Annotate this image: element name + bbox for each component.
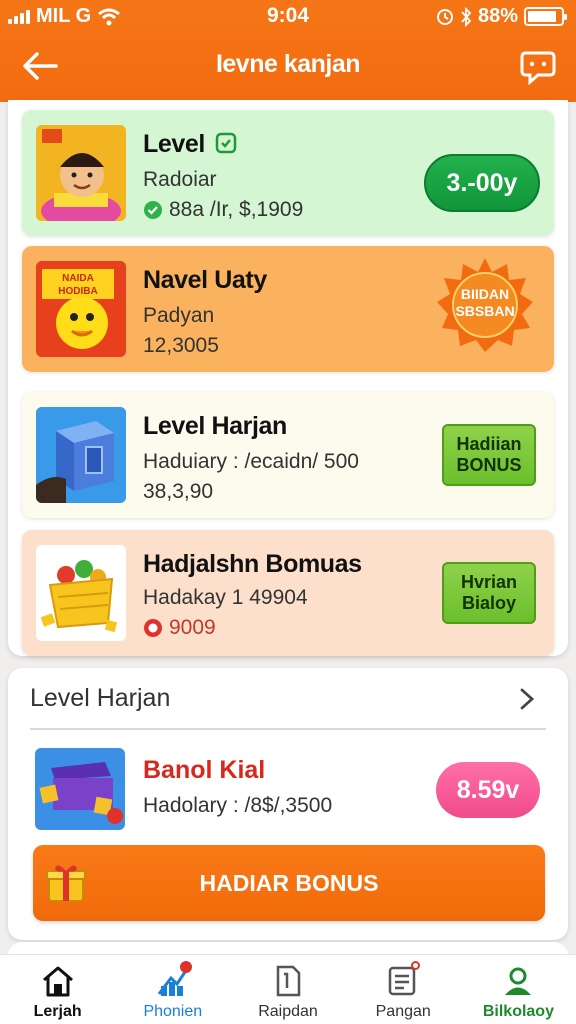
card-name: Level Harjan [143, 412, 287, 440]
claim-button[interactable]: 3.-00y [424, 154, 540, 212]
card-value: 9009 [169, 616, 216, 639]
battery-percent: 88% [477, 5, 518, 27]
tab-reports[interactable]: Raipdan [230, 955, 345, 1024]
tab-home[interactable]: Lerjah [0, 955, 115, 1024]
promo-thumbnail: NAIDA HODIBA [36, 261, 126, 357]
section-expand-button[interactable] [512, 684, 542, 714]
tab-profile[interactable]: Bilkolaoy [461, 955, 576, 1024]
shop-thumbnail [35, 748, 125, 830]
divider [30, 728, 546, 730]
reward-card[interactable]: Level Harjan Haduiary : /ecaidn/ 500 38,… [22, 392, 554, 518]
battery-icon [524, 7, 567, 26]
bonus-cta-button[interactable]: HADIAR BONUS [33, 845, 545, 921]
svg-text:HODIBA: HODIBA [58, 286, 97, 297]
card-name: Hadjalshn Bomuas [143, 550, 362, 578]
page-title: Ievne kanjan [215, 50, 361, 78]
level-section: Level Harjan Banol Kial Hadolary : /8$/,… [8, 668, 568, 940]
gift-basket-thumbnail [36, 545, 126, 641]
notification-dot [179, 961, 192, 973]
starburst-badge[interactable]: BIIDAN SBSBAN [436, 256, 534, 354]
card-value: 88a /Ir, $,1909 [169, 198, 304, 221]
card-subtitle: Hadakay 1 49904 [143, 586, 308, 609]
tab-label: Bilkolaoy [482, 1003, 554, 1020]
bonus-button[interactable]: Hvrian Bialoy [442, 562, 536, 624]
home-icon [42, 966, 73, 997]
item-subtitle: Hadolary : /8$/,3500 [143, 794, 333, 817]
badge-label: BIIDAN SBSBAN [455, 286, 515, 319]
bonus-button[interactable]: Hadiian BONUS [442, 424, 536, 486]
status-bar: MIL G 9:04 88% [0, 0, 576, 32]
box-thumbnail [36, 407, 126, 503]
reward-card[interactable]: Level Radoiar 88a /Ir, $,1909 3.-00y [22, 110, 554, 236]
tab-label: Lerjah [33, 1003, 82, 1020]
app-header: MIL G 9:04 88% Ievne kanjan [0, 0, 576, 102]
card-name: Level [143, 130, 205, 158]
reward-card[interactable]: NAIDA HODIBA Navel Uaty Padyan 12,3005 B… [22, 246, 554, 372]
section-heading: Level Harjan [30, 684, 171, 712]
card-subtitle: Radoiar [143, 168, 217, 191]
svg-text:NAIDA: NAIDA [62, 273, 94, 284]
card-value: 38,3,90 [143, 480, 214, 503]
document-icon [276, 965, 301, 997]
verified-icon [216, 132, 237, 154]
alarm-icon [436, 8, 453, 25]
rewards-panel: Level Radoiar 88a /Ir, $,1909 3.-00y NAI… [8, 100, 568, 656]
cta-label: HADIAR BONUS [199, 869, 379, 896]
support-chat-button[interactable] [516, 44, 560, 88]
tab-label: Raipdan [258, 1003, 318, 1020]
item-name: Banol Kial [143, 756, 266, 784]
tab-list[interactable]: Pangan [346, 955, 461, 1024]
card-value: 12,3005 [143, 334, 219, 357]
chat-bubble-icon [520, 51, 556, 85]
reward-card[interactable]: Hadjalshn Bomuas Hadakay 1 49904 9009 Hv… [22, 530, 554, 656]
tab-label: Pangan [375, 1003, 431, 1020]
bluetooth-icon [461, 6, 472, 27]
gift-icon [46, 865, 86, 902]
avatar [36, 125, 126, 221]
tab-label: Phonien [143, 1003, 203, 1020]
tab-phone[interactable]: Phonien [115, 955, 230, 1024]
card-name: Navel Uaty [143, 266, 267, 294]
card-subtitle: Haduiary : /ecaidn/ 500 [143, 450, 359, 473]
check-circle-icon [144, 201, 162, 219]
card-subtitle: Padyan [143, 304, 215, 327]
claim-button[interactable]: 8.59v [436, 762, 540, 818]
bottom-tab-bar: Lerjah Phonien Raipdan Pangan Bilkolaoy [0, 954, 576, 1024]
chevron-right-icon [520, 688, 535, 710]
coin-icon [144, 619, 162, 637]
user-icon [505, 967, 532, 995]
